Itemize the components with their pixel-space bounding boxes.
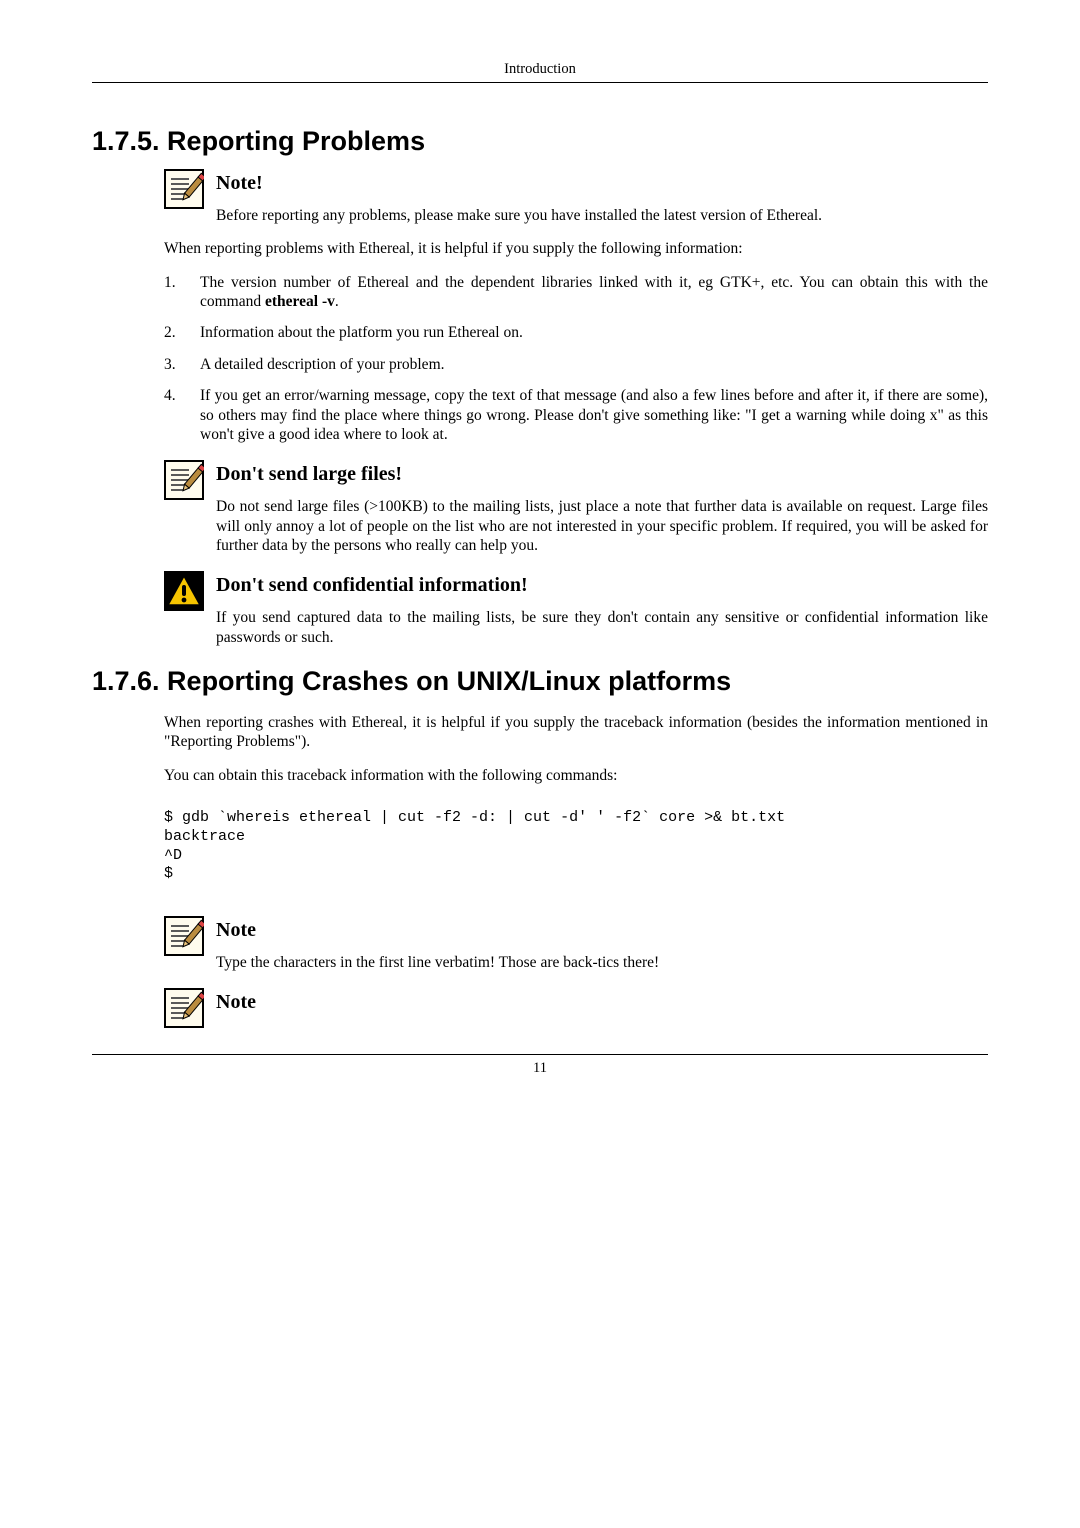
note-admonition: Note Type the characters in the first li… bbox=[164, 914, 988, 972]
paragraph: You can obtain this traceback informatio… bbox=[164, 766, 988, 785]
ordered-list: The version number of Ethereal and the d… bbox=[164, 273, 988, 445]
list-item: Information about the platform you run E… bbox=[164, 323, 988, 342]
section-heading-176: 1.7.6. Reporting Crashes on UNIX/Linux p… bbox=[92, 665, 988, 699]
note-text: Before reporting any problems, please ma… bbox=[216, 206, 988, 225]
note-title: Note bbox=[216, 918, 988, 943]
warning-admonition: Don't send confidential information! If … bbox=[164, 569, 988, 647]
note-admonition: Don't send large files! Do not send larg… bbox=[164, 458, 988, 555]
note-text: Do not send large files (>100KB) to the … bbox=[216, 497, 988, 555]
list-text-post: . bbox=[335, 293, 339, 310]
warning-text: If you send captured data to the mailing… bbox=[216, 608, 988, 647]
note-icon bbox=[164, 460, 204, 500]
code-block: $ gdb `whereis ethereal | cut -f2 -d: | … bbox=[164, 809, 988, 884]
note-title: Note! bbox=[216, 171, 988, 196]
command-text: ethereal -v bbox=[265, 293, 335, 310]
page-header-title: Introduction bbox=[92, 60, 988, 82]
note-title: Don't send large files! bbox=[216, 462, 988, 487]
note-title: Note bbox=[216, 990, 988, 1015]
paragraph: When reporting crashes with Ethereal, it… bbox=[164, 713, 988, 752]
page-number: 11 bbox=[92, 1059, 988, 1077]
section-heading-175: 1.7.5. Reporting Problems bbox=[92, 125, 988, 159]
note-icon bbox=[164, 988, 204, 1028]
note-admonition: Note bbox=[164, 986, 988, 1028]
header-rule bbox=[92, 82, 988, 83]
list-item: The version number of Ethereal and the d… bbox=[164, 273, 988, 312]
note-icon bbox=[164, 916, 204, 956]
warning-title: Don't send confidential information! bbox=[216, 573, 988, 598]
note-icon bbox=[164, 169, 204, 209]
paragraph: When reporting problems with Ethereal, i… bbox=[164, 239, 988, 258]
list-item: A detailed description of your problem. bbox=[164, 355, 988, 374]
list-item: If you get an error/warning message, cop… bbox=[164, 386, 988, 444]
footer-rule bbox=[92, 1054, 988, 1055]
note-text: Type the characters in the first line ve… bbox=[216, 953, 988, 972]
note-admonition: Note! Before reporting any problems, ple… bbox=[164, 167, 988, 225]
warning-icon bbox=[164, 571, 204, 611]
